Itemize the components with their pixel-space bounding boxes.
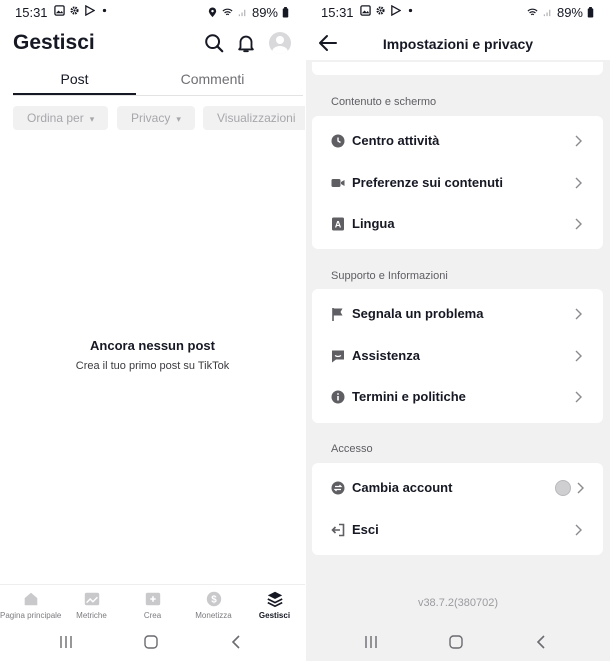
settings-card-previous <box>312 62 603 75</box>
nav-metrics[interactable]: Metriche <box>61 590 122 620</box>
manage-screen: 15:31 89% Gestisci Post Commenti Ordina … <box>0 0 305 661</box>
status-bar: 15:31 89% <box>0 0 305 24</box>
wifi-icon <box>222 8 233 16</box>
language-icon: A <box>332 217 344 231</box>
views-filter[interactable]: Visualizzazioni <box>203 106 305 130</box>
content-tabs: Post Commenti <box>13 66 303 96</box>
bell-icon[interactable] <box>235 32 257 54</box>
page-title: Gestisci <box>13 31 95 54</box>
settings-icon <box>376 6 385 15</box>
logout-icon <box>331 523 345 537</box>
back-nav-icon[interactable] <box>533 633 551 651</box>
system-nav-bar <box>306 630 610 654</box>
status-time: 15:31 <box>321 5 354 20</box>
signal-icon <box>543 9 551 17</box>
settings-item-language[interactable]: A Lingua <box>312 204 603 244</box>
nav-home[interactable]: Pagina principale <box>0 590 61 620</box>
settings-item-report-problem[interactable]: Segnala un problema <box>312 294 603 334</box>
notification-dot-icon <box>408 8 413 13</box>
empty-state-subtitle: Crea il tuo primo post su TikTok <box>75 360 230 372</box>
recents-icon[interactable] <box>57 633 75 651</box>
section-label-content: Contenuto e schermo <box>331 96 437 108</box>
flag-icon <box>332 308 343 321</box>
settings-item-switch-account[interactable]: Cambia account <box>312 468 603 508</box>
chevron-down-icon: ▾ <box>176 114 181 124</box>
chevron-right-icon <box>575 135 582 147</box>
gallery-icon <box>360 5 371 16</box>
app-version: v38.7.2(380702) <box>417 597 499 609</box>
chat-icon <box>332 350 344 363</box>
settings-item-activity-center[interactable]: Centro attività <box>312 121 603 161</box>
home-icon <box>24 592 37 606</box>
recents-icon[interactable] <box>362 633 380 651</box>
profile-avatar[interactable] <box>269 32 291 54</box>
chart-icon <box>84 592 99 606</box>
active-tab-indicator <box>13 93 136 95</box>
battery-icon <box>282 7 289 18</box>
chevron-right-icon <box>575 524 582 536</box>
section-label-support: Supporto e Informazioni <box>331 270 448 282</box>
settings-item-logout[interactable]: Esci <box>312 510 603 550</box>
settings-icon <box>70 6 79 15</box>
settings-privacy-screen: 15:31 89% Impostazioni e privacy Contenu… <box>306 0 610 661</box>
privacy-filter[interactable]: Privacy ▾ <box>117 106 195 130</box>
filter-bar: Ordina per ▾ Privacy ▾ Visualizzazioni <box>13 106 305 130</box>
signal-icon <box>238 9 246 17</box>
clock-icon <box>331 134 345 148</box>
chevron-right-icon <box>575 218 582 230</box>
settings-item-terms-policies[interactable]: Termini e politiche <box>312 377 603 417</box>
battery-level: 89% <box>251 5 278 20</box>
chevron-right-icon <box>577 482 584 494</box>
nav-monetize[interactable]: $ Monetizza <box>183 590 244 620</box>
chevron-right-icon <box>575 350 582 362</box>
page-title: Impostazioni e privacy <box>382 36 534 52</box>
play-store-icon <box>85 5 95 16</box>
empty-state-title: Ancora nessun post <box>90 338 215 353</box>
switch-account-icon <box>331 481 345 495</box>
chevron-right-icon <box>575 177 582 189</box>
nav-create[interactable]: Crea <box>122 590 183 620</box>
play-store-icon <box>391 5 401 16</box>
location-icon <box>208 7 217 18</box>
battery-icon <box>587 7 594 18</box>
layers-icon <box>266 591 283 608</box>
settings-card-access: Cambia account Esci <box>312 463 603 555</box>
system-nav-bar <box>0 630 305 654</box>
settings-card-support: Segnala un problema Assistenza Termini e… <box>312 289 603 423</box>
settings-card-content: Centro attività Preferenze sui contenuti… <box>312 116 603 249</box>
svg-text:A: A <box>335 220 342 230</box>
search-icon[interactable] <box>203 32 225 54</box>
tab-comments[interactable]: Commenti <box>151 71 274 87</box>
status-bar: 15:31 89% <box>306 0 610 24</box>
account-avatar <box>555 480 571 496</box>
sort-by-filter[interactable]: Ordina per ▾ <box>13 106 109 130</box>
video-icon <box>331 179 345 187</box>
battery-level: 89% <box>556 5 583 20</box>
tab-post[interactable]: Post <box>13 71 136 87</box>
chevron-right-icon <box>575 308 582 320</box>
gallery-icon <box>54 5 65 16</box>
nav-manage[interactable]: Gestisci <box>244 590 305 620</box>
settings-item-content-preferences[interactable]: Preferenze sui contenuti <box>312 163 603 203</box>
status-time: 15:31 <box>15 5 48 20</box>
svg-text:$: $ <box>211 595 217 606</box>
chevron-right-icon <box>575 391 582 403</box>
info-icon <box>331 390 345 404</box>
settings-item-support[interactable]: Assistenza <box>312 336 603 376</box>
chevron-down-icon: ▾ <box>89 114 95 124</box>
create-icon <box>145 592 160 606</box>
home-button-icon[interactable] <box>142 633 160 651</box>
section-label-access: Accesso <box>331 443 373 455</box>
wifi-icon <box>527 8 538 16</box>
home-button-icon[interactable] <box>447 633 465 651</box>
back-nav-icon[interactable] <box>228 633 246 651</box>
notification-dot-icon <box>102 8 107 13</box>
dollar-icon: $ <box>206 591 221 607</box>
